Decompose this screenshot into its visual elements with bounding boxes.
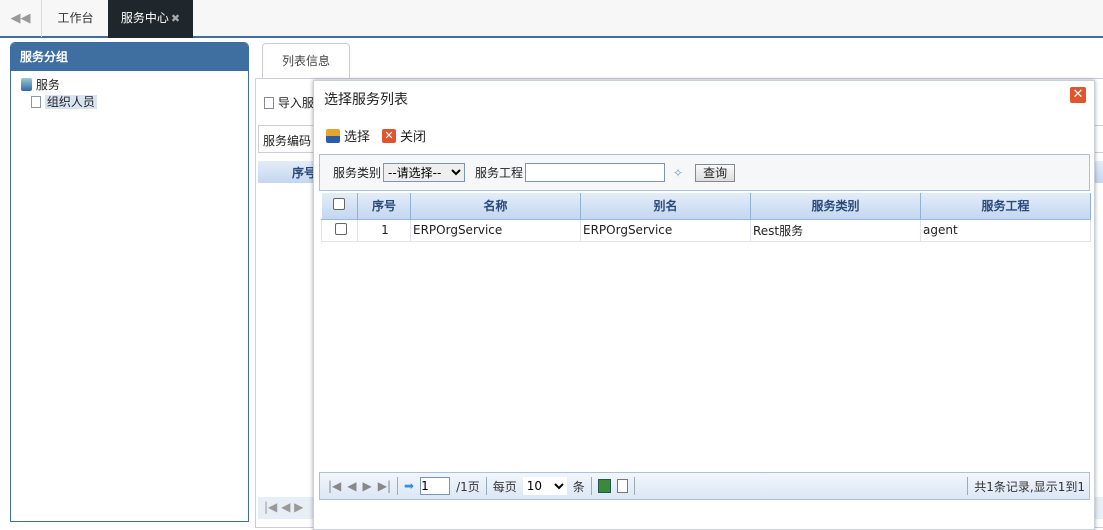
type-label: 服务类别 <box>333 166 382 180</box>
tab-label: 服务中心 <box>120 11 169 25</box>
record-summary: 共1条记录,显示1到1 <box>974 479 1085 494</box>
tab-list-info[interactable]: 列表信息 <box>262 43 350 79</box>
cell-type: Rest服务 <box>750 219 921 242</box>
row-checkbox[interactable] <box>321 219 358 242</box>
divider <box>485 477 487 495</box>
refresh-icon[interactable]: ✧ <box>673 166 683 180</box>
tree-node-child[interactable]: 组织人员 <box>21 94 248 111</box>
first-page-icon[interactable]: |◀ <box>328 479 341 493</box>
total-pages: /1页 <box>456 479 480 494</box>
cell-name: ERPOrgService <box>410 219 581 242</box>
per-page-label: 每页 <box>492 479 517 494</box>
project-label: 服务工程 <box>475 166 524 180</box>
select-label: 选择 <box>344 130 371 145</box>
close-button[interactable]: ✕ 关闭 <box>382 126 426 145</box>
query-button[interactable]: 查询 <box>695 163 736 182</box>
select-all-checkbox[interactable] <box>321 193 358 220</box>
table-header-row: 序号 名称 别名 服务类别 服务工程 <box>321 193 1091 220</box>
panel-title: 服务分组 <box>11 43 248 71</box>
select-button[interactable]: 选择 <box>326 126 370 145</box>
per-page-unit: 条 <box>572 479 585 494</box>
close-icon[interactable]: ✕ <box>1070 87 1086 103</box>
close-label: 关闭 <box>400 130 427 145</box>
import-button[interactable]: 导入服 <box>264 94 314 111</box>
service-tree: 服务 组织人员 <box>11 71 248 111</box>
tab-service-center[interactable]: 服务中心 ✖ <box>108 0 193 38</box>
page-size-select[interactable]: 10 <box>522 477 567 495</box>
divider <box>633 477 635 495</box>
last-page-icon[interactable]: ▶| <box>378 479 391 493</box>
go-page-icon[interactable]: ➡ <box>404 479 414 493</box>
excel-export-icon[interactable] <box>597 479 611 493</box>
tab-workbench[interactable]: 工作台 <box>43 0 108 37</box>
cell-project: agent <box>920 219 1091 242</box>
cell-alias: ERPOrgService <box>580 219 751 242</box>
table-row[interactable]: 1 ERPOrgService ERPOrgService Rest服务 age… <box>321 219 1091 242</box>
close-x-icon: ✕ <box>382 128 396 143</box>
prev-page-icon[interactable]: ◀ <box>347 479 356 493</box>
col-name[interactable]: 名称 <box>410 193 581 220</box>
file-icon <box>31 96 41 108</box>
dialog-title: 选择服务列表 <box>324 92 408 108</box>
tree-label: 服务 <box>35 78 60 92</box>
col-alias[interactable]: 别名 <box>580 193 751 220</box>
pager: |◀ ◀ ▶ ▶| ➡ /1页 每页 10 条 共1条记录,显示1到1 <box>319 472 1090 500</box>
top-tab-bar: ◀◀ 工作台 服务中心 ✖ <box>0 0 1103 38</box>
service-table: 序号 名称 别名 服务类别 服务工程 1 ERPOrgService ERPOr… <box>321 193 1091 242</box>
project-input[interactable] <box>525 163 666 182</box>
collapse-tabs-button[interactable]: ◀◀ <box>0 0 42 37</box>
col-seq: 序号 <box>357 193 411 220</box>
service-type-select[interactable]: --请选择-- <box>383 163 466 182</box>
service-group-panel: 服务分组 服务 组织人员 <box>10 42 249 522</box>
code-label: 服务编码 <box>263 134 312 148</box>
tree-node-root[interactable]: 服务 <box>21 77 248 94</box>
tree-label: 组织人员 <box>44 95 97 109</box>
col-type[interactable]: 服务类别 <box>750 193 921 220</box>
col-project[interactable]: 服务工程 <box>920 193 1091 220</box>
save-icon <box>326 128 340 143</box>
select-service-dialog: 选择服务列表 ✕ 选择 ✕ 关闭 服务类别 --请选择-- 服务工程 ✧ 查询 序… <box>313 80 1095 530</box>
divider <box>967 477 969 495</box>
filter-bar: 服务类别 --请选择-- 服务工程 ✧ 查询 <box>319 154 1090 191</box>
divider <box>590 477 592 495</box>
cell-seq: 1 <box>357 219 411 242</box>
page-input[interactable] <box>420 477 451 495</box>
add-file-icon <box>264 97 274 109</box>
close-tab-icon[interactable]: ✖ <box>171 12 180 25</box>
document-export-icon[interactable] <box>616 479 628 493</box>
import-label: 导入服 <box>277 96 314 110</box>
server-icon <box>21 78 32 91</box>
next-page-icon[interactable]: ▶ <box>363 479 372 493</box>
divider <box>397 477 399 495</box>
